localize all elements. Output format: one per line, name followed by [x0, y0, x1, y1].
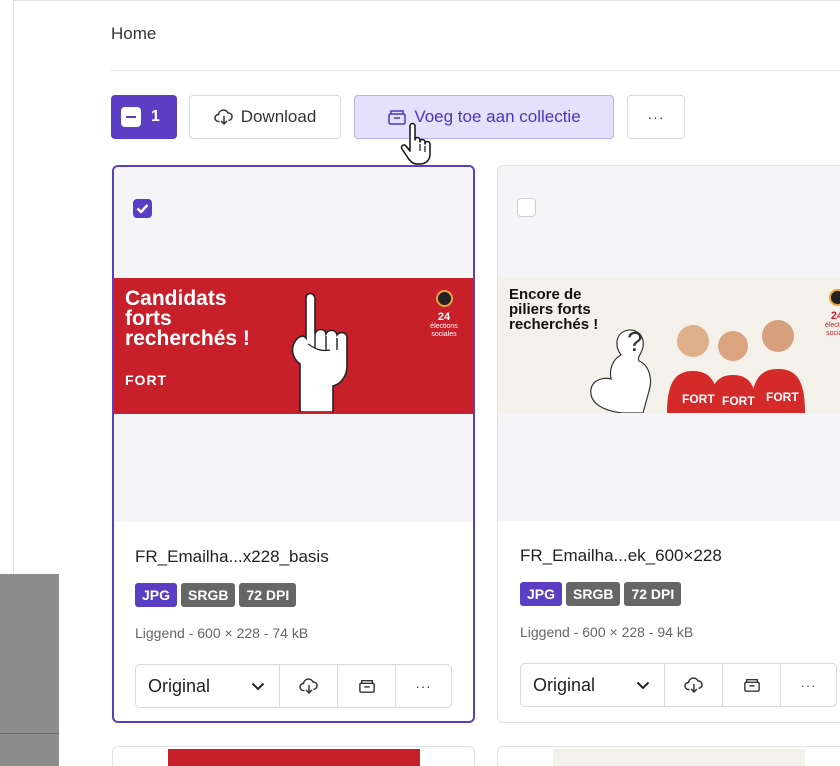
colorspace-tag: SRGB	[181, 583, 236, 607]
cloud-download-icon	[298, 678, 318, 695]
elections-badge: 24 élection sociale	[820, 289, 840, 338]
more-options-button[interactable]: ···	[627, 95, 685, 139]
asset-image: Candidats forts recherchés ! FORT 24 éle…	[114, 278, 473, 414]
format-tag: JPG	[520, 582, 563, 606]
asset-thumbnail[interactable]: Encore de piliers forts recherchés ! ? F…	[498, 166, 840, 521]
asset-image-partial	[168, 749, 420, 766]
asset-card[interactable]: Candidats forts recherchés ! FORT 24 éle…	[112, 165, 475, 723]
asset-checkbox[interactable]	[517, 198, 536, 217]
hand-pointer-cursor-icon	[400, 122, 431, 165]
asset-download-button[interactable]	[665, 664, 723, 706]
asset-filename: FR_Emailha...x228_basis	[135, 547, 329, 566]
asset-actions: Original ···	[520, 663, 837, 707]
asset-download-button[interactable]	[280, 665, 338, 707]
colorspace-tag: SRGB	[566, 582, 621, 606]
raised-hand-illustration	[291, 292, 348, 412]
asset-meta: Liggend - 600 × 228 - 94 kB	[520, 624, 694, 640]
asset-more-button[interactable]: ···	[396, 665, 451, 707]
svg-text:?: ?	[627, 326, 643, 357]
svg-text:FORT: FORT	[766, 390, 799, 404]
format-select-value: Original	[533, 674, 596, 695]
format-select-value: Original	[148, 675, 211, 696]
download-label: Download	[240, 107, 317, 126]
overlay-panel	[0, 574, 59, 766]
asset-filename: FR_Emailha...ek_600×228	[520, 546, 722, 565]
asset-add-to-collection-button[interactable]	[338, 665, 396, 707]
panel-divider	[0, 733, 59, 734]
asset-card-partial[interactable]	[112, 746, 475, 766]
svg-text:FORT: FORT	[682, 392, 715, 406]
cloud-download-icon	[213, 109, 233, 126]
collection-box-icon	[358, 679, 375, 693]
dpi-tag: 72 DPI	[239, 583, 297, 607]
asset-image: Encore de piliers forts recherchés ! ? F…	[498, 277, 840, 413]
asset-checkbox[interactable]	[133, 199, 152, 218]
asset-card-partial[interactable]	[497, 746, 840, 766]
elections-badge: 24 élections sociales	[427, 290, 461, 339]
chevron-down-icon	[251, 682, 265, 690]
format-select[interactable]: Original	[521, 664, 665, 706]
badge-emblem-icon	[435, 290, 453, 307]
asset-tags: JPG SRGB 72 DPI	[520, 582, 682, 606]
asset-card[interactable]: Encore de piliers forts recherchés ! ? F…	[497, 165, 840, 723]
chevron-down-icon	[636, 681, 650, 689]
asset-meta: Liggend - 600 × 228 - 74 kB	[135, 625, 309, 641]
people-illustration: ? FORT FORT FORT	[590, 320, 805, 413]
asset-thumbnail[interactable]: Candidats forts recherchés ! FORT 24 éle…	[114, 167, 473, 522]
banner-headline: Candidats forts recherchés !	[125, 287, 250, 350]
breadcrumb-home[interactable]: Home	[111, 24, 156, 44]
selected-count: 1	[151, 108, 160, 125]
fort-logo: FORT	[125, 372, 168, 388]
cloud-download-icon	[683, 677, 703, 694]
svg-text:FORT: FORT	[722, 394, 755, 408]
asset-tags: JPG SRGB 72 DPI	[135, 583, 297, 607]
format-select[interactable]: Original	[136, 665, 280, 707]
selection-toggle-button[interactable]: 1	[111, 95, 177, 139]
dpi-tag: 72 DPI	[624, 582, 682, 606]
download-button[interactable]: Download	[189, 95, 341, 139]
asset-image-partial	[553, 749, 805, 766]
add-to-collection-button[interactable]: Voeg toe aan collectie	[354, 95, 614, 139]
asset-add-to-collection-button[interactable]	[723, 664, 781, 706]
collection-box-icon	[743, 678, 760, 692]
checkmark-icon	[136, 204, 149, 214]
deselect-checkbox-icon[interactable]	[121, 107, 141, 127]
window-top-edge	[14, 0, 840, 4]
format-tag: JPG	[135, 583, 178, 607]
badge-emblem-icon	[828, 289, 840, 306]
asset-more-button[interactable]: ···	[781, 664, 836, 706]
header-divider	[111, 70, 840, 71]
asset-actions: Original ···	[135, 664, 452, 708]
